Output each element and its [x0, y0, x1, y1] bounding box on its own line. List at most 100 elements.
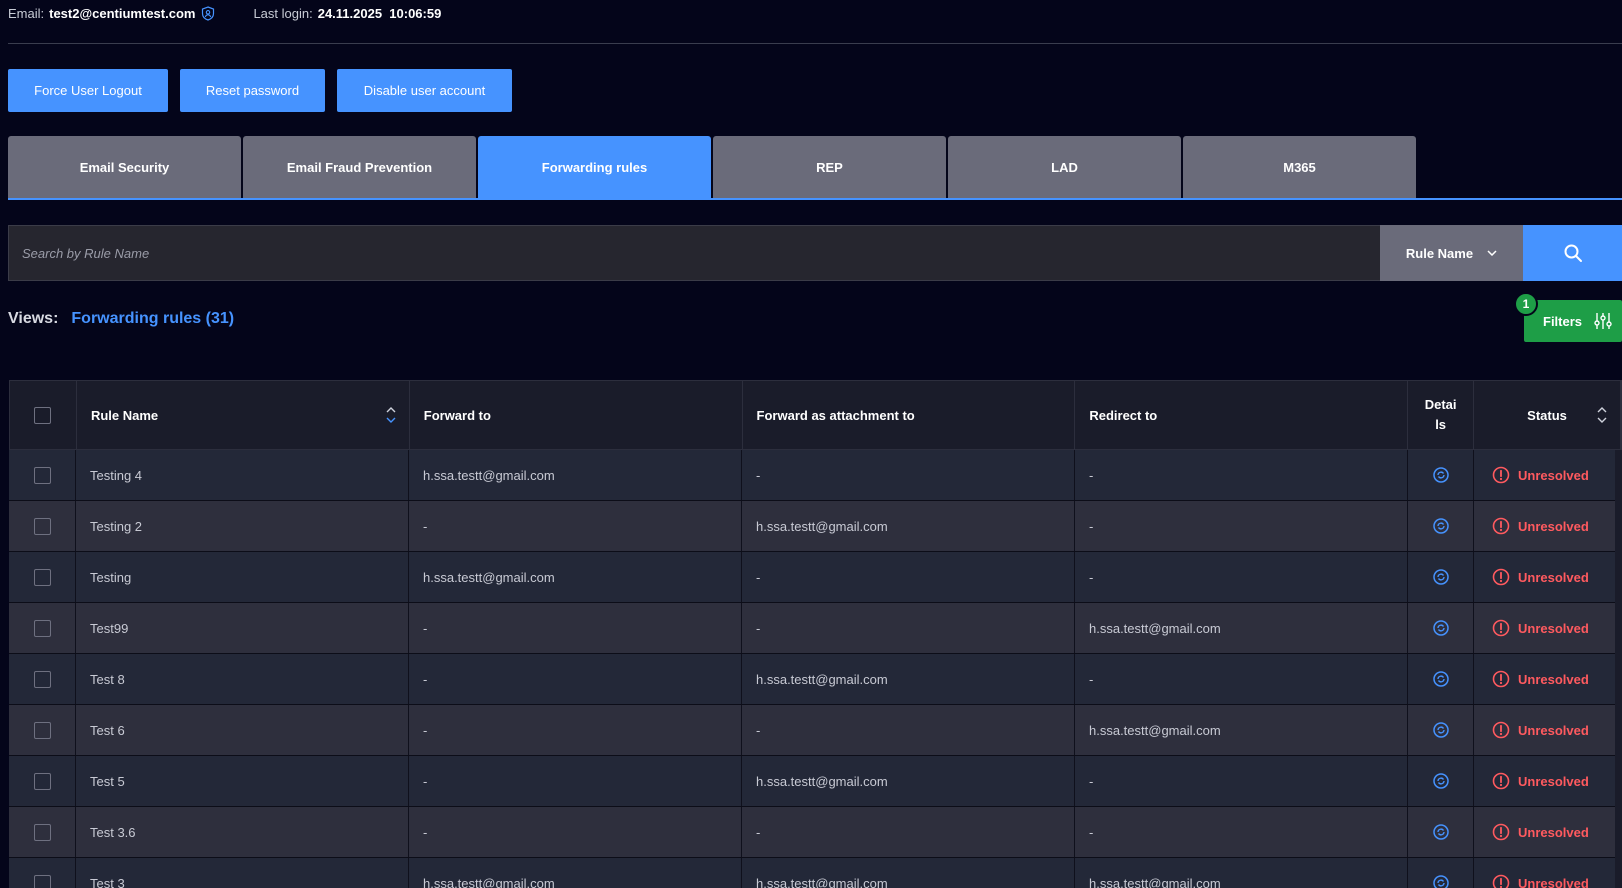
select-all-checkbox[interactable] — [34, 406, 52, 424]
details-cell — [1408, 858, 1474, 888]
rule-name: Testing — [90, 569, 132, 585]
redirect-to-cell: h.ssa.testt@gmail.com — [1075, 705, 1408, 755]
row-checkbox[interactable] — [33, 466, 51, 484]
row-checkbox[interactable] — [33, 721, 51, 739]
redirect-to-cell: - — [1075, 501, 1408, 551]
forward-attachment-value: - — [756, 722, 761, 738]
redirect-to-value: h.ssa.testt@gmail.com — [1089, 620, 1221, 636]
table-row[interactable]: Test 3.6 - - - Unresolved — [9, 807, 1622, 858]
forward-to-value: - — [423, 773, 428, 789]
tab-forwarding-rules[interactable]: Forwarding rules — [478, 136, 711, 198]
table-row[interactable]: Test 3 h.ssa.testt@gmail.com h.ssa.testt@g… — [9, 858, 1622, 888]
search-bar: Rule Name — [8, 225, 1622, 281]
row-select-cell — [9, 807, 76, 857]
status-badge: Unresolved — [1492, 772, 1589, 790]
table-row[interactable]: Testing 4 h.ssa.testt@gmail.com - - Unresolv… — [9, 450, 1622, 501]
row-select-cell — [9, 654, 76, 704]
rule-name-cell: Test 8 — [76, 654, 409, 704]
tab-email-security[interactable]: Email Security — [8, 136, 241, 198]
email-value: test2@centiumtest.com — [49, 5, 196, 21]
sort-icon[interactable] — [385, 405, 397, 425]
row-checkbox[interactable] — [33, 772, 51, 790]
rule-name-cell: Testing 4 — [76, 450, 409, 500]
table-row[interactable]: Test 8 - h.ssa.testt@gmail.com - Unresolved — [9, 654, 1622, 705]
status-badge: Unresolved — [1492, 823, 1589, 841]
forward-attachment-cell: - — [742, 807, 1075, 857]
alert-circle-icon — [1492, 721, 1510, 739]
row-select-cell — [9, 552, 76, 602]
views-label: Views: — [8, 310, 59, 327]
rule-name-cell: Test 3.6 — [76, 807, 409, 857]
status-badge: Unresolved — [1492, 619, 1589, 637]
table-row[interactable]: Testing 2 - h.ssa.testt@gmail.com - Unresolv… — [9, 501, 1622, 552]
details-circle-icon[interactable] — [1432, 568, 1450, 586]
redirect-to-value: - — [1089, 569, 1094, 585]
tab-email-fraud-prevention[interactable]: Email Fraud Prevention — [243, 136, 476, 198]
views-current-link[interactable]: Forwarding rules (31) — [71, 310, 234, 328]
tab-lad[interactable]: LAD — [948, 136, 1181, 198]
reset-password-button[interactable]: Reset password — [180, 69, 325, 112]
sort-icon[interactable] — [1596, 405, 1608, 425]
disable-account-button[interactable]: Disable user account — [337, 69, 512, 112]
row-checkbox[interactable] — [33, 568, 51, 586]
redirect-to-value: - — [1089, 824, 1094, 840]
table-row[interactable]: Test 5 - h.ssa.testt@gmail.com - Unresolved — [9, 756, 1622, 807]
force-logout-button[interactable]: Force User Logout — [8, 69, 168, 112]
forward-attachment-cell: h.ssa.testt@gmail.com — [742, 501, 1075, 551]
details-cell — [1408, 705, 1474, 755]
table-scrollbar[interactable] — [1615, 450, 1622, 888]
status-badge: Unresolved — [1492, 466, 1589, 484]
sliders-icon — [1594, 313, 1612, 329]
table-row[interactable]: Test 6 - - h.ssa.testt@gmail.com Unresolved — [9, 705, 1622, 756]
details-cell — [1408, 603, 1474, 653]
details-circle-icon[interactable] — [1432, 466, 1450, 484]
table-row[interactable]: Testing h.ssa.testt@gmail.com - - Unresolved — [9, 552, 1622, 603]
status-label: Unresolved — [1518, 620, 1589, 636]
status-cell: Unresolved — [1474, 450, 1621, 500]
row-checkbox[interactable] — [33, 874, 51, 888]
status-label: Unresolved — [1518, 773, 1589, 789]
status-cell: Unresolved — [1474, 603, 1621, 653]
chevron-down-icon — [1487, 248, 1497, 259]
status-label: Unresolved — [1518, 824, 1589, 840]
row-checkbox[interactable] — [33, 823, 51, 841]
details-circle-icon[interactable] — [1432, 874, 1450, 888]
rule-name-cell: Test 6 — [76, 705, 409, 755]
details-circle-icon[interactable] — [1432, 670, 1450, 688]
header-forward-attachment-label: Forward as attachment to — [756, 407, 915, 423]
details-circle-icon[interactable] — [1432, 619, 1450, 637]
header-status[interactable]: Status — [1474, 381, 1621, 449]
row-select-cell — [9, 603, 76, 653]
details-circle-icon[interactable] — [1432, 517, 1450, 535]
header-rule-name[interactable]: Rule Name — [77, 381, 410, 449]
row-checkbox[interactable] — [33, 670, 51, 688]
header-details: Detai ls — [1408, 381, 1475, 449]
rule-name: Testing 4 — [90, 467, 143, 483]
details-circle-icon[interactable] — [1432, 721, 1450, 739]
forward-to-value: h.ssa.testt@gmail.com — [423, 467, 555, 483]
status-label: Unresolved — [1518, 722, 1589, 738]
tab-m365[interactable]: M365 — [1183, 136, 1416, 198]
table-body: Testing 4 h.ssa.testt@gmail.com - - Unresolv… — [9, 450, 1622, 888]
shield-user-icon[interactable] — [201, 5, 215, 21]
rule-name-cell: Testing — [76, 552, 409, 602]
alert-circle-icon — [1492, 823, 1510, 841]
search-input[interactable] — [8, 225, 1380, 281]
forward-attachment-value: - — [756, 620, 761, 636]
search-button[interactable] — [1523, 225, 1622, 281]
status-cell: Unresolved — [1474, 756, 1621, 806]
row-checkbox[interactable] — [33, 517, 51, 535]
redirect-to-cell: - — [1075, 756, 1408, 806]
filters-button[interactable]: Filters — [1524, 300, 1622, 342]
row-checkbox[interactable] — [33, 619, 51, 637]
details-circle-icon[interactable] — [1432, 772, 1450, 790]
forward-attachment-cell: h.ssa.testt@gmail.com — [742, 756, 1075, 806]
alert-circle-icon — [1492, 466, 1510, 484]
rule-name: Test 3 — [90, 875, 125, 888]
table-row[interactable]: Test99 - - h.ssa.testt@gmail.com Unresolved — [9, 603, 1622, 654]
details-circle-icon[interactable] — [1432, 823, 1450, 841]
status-cell: Unresolved — [1474, 501, 1621, 551]
tab-rep[interactable]: REP — [713, 136, 946, 198]
details-cell — [1408, 756, 1474, 806]
search-field-select[interactable]: Rule Name — [1380, 225, 1523, 281]
